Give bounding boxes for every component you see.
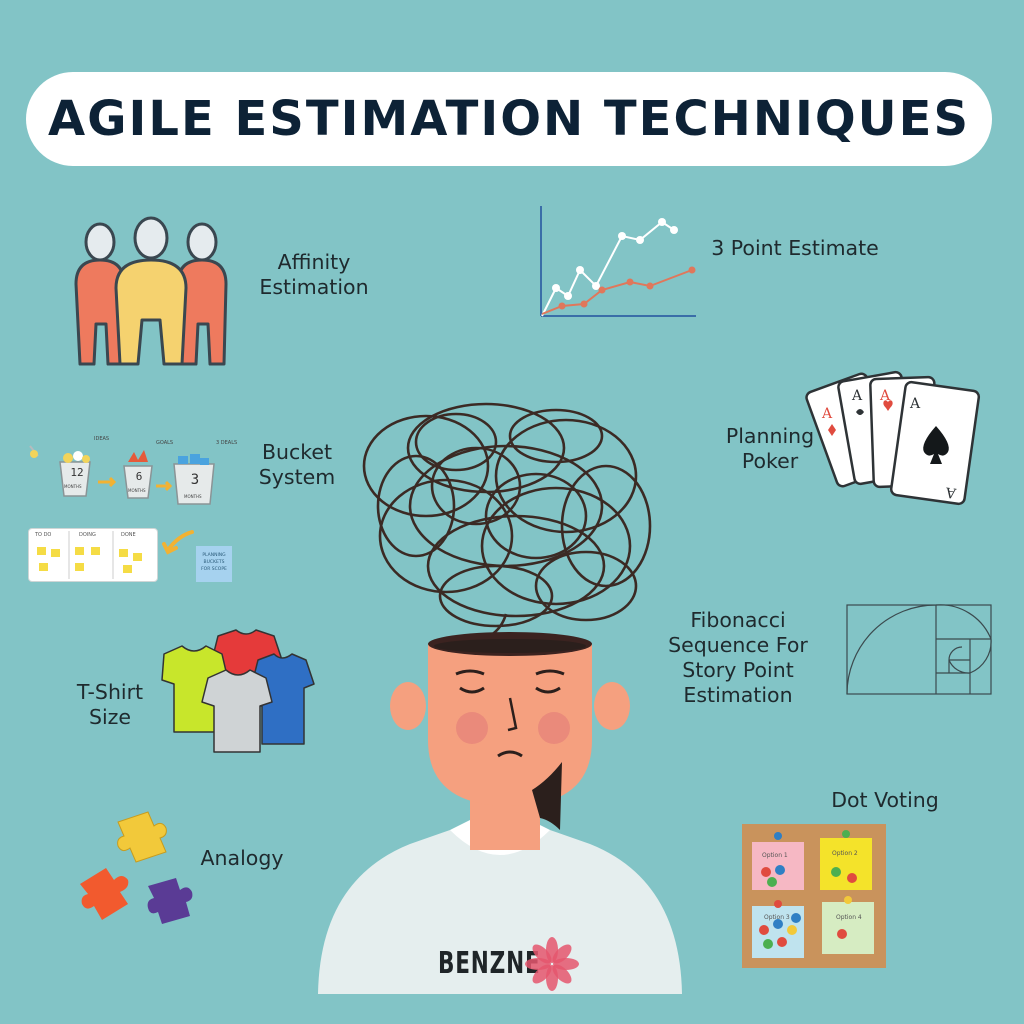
- fibonacci-line-2: Sequence For: [668, 633, 808, 657]
- bucket-2-unit: MONTHS: [128, 488, 146, 493]
- planning-note-line-1: PLANNING: [202, 553, 226, 558]
- tangled-thoughts-scribble: [362, 402, 652, 638]
- affinity-people-icon: [74, 216, 228, 366]
- tshirt-size-label: T-Shirt Size: [64, 680, 156, 730]
- tshirt-line-2: Size: [88, 705, 132, 729]
- bucket-3-value: 3: [190, 472, 200, 488]
- tshirt-line-1: T-Shirt: [76, 680, 144, 704]
- poker-line-1: Planning: [725, 424, 815, 448]
- affinity-estimation-label: Affinity Estimation: [244, 250, 384, 300]
- bucket-2-value: 6: [135, 470, 143, 483]
- fibonacci-line-3: Story Point: [682, 658, 794, 682]
- three-point-estimate-label: 3 Point Estimate: [711, 236, 879, 260]
- planning-poker-label: Planning Poker: [712, 424, 828, 474]
- cork-board: Option 1 Option 2 Option 3 Option 4: [742, 824, 886, 968]
- puzzle-pieces-icon: [80, 811, 193, 924]
- planning-note-line-3: FOR SCOPE: [201, 567, 227, 572]
- bucket-3-tag: 3 DEALS: [216, 440, 238, 446]
- line-chart-icon: [540, 206, 696, 317]
- bucket-system-label: Bucket System: [248, 440, 346, 490]
- thinking-man-illustration: [318, 632, 682, 994]
- bucket-line-2: System: [258, 465, 336, 489]
- bucket-3-unit: MONTHS: [184, 494, 202, 499]
- affinity-line-2: Estimation: [259, 275, 369, 299]
- sticky-notes-icon: [37, 531, 142, 579]
- fibonacci-line-1: Fibonacci: [690, 608, 786, 632]
- bucket-2-tag: GOALS: [156, 440, 174, 446]
- affinity-line-1: Affinity: [277, 250, 351, 274]
- fibonacci-label: Fibonacci Sequence For Story Point Estim…: [650, 608, 826, 708]
- curved-arrow-icon: [162, 530, 194, 555]
- fibonacci-line-4: Estimation: [683, 683, 793, 707]
- bucket-system-illustration: 12 6 3 IDEAS GOALS 3 DEALS MONTHS MONTHS…: [24, 434, 240, 586]
- planning-note: PLANNING BUCKETS FOR SCOPE: [196, 546, 232, 582]
- card-1-rank: A: [821, 406, 833, 422]
- page-title: AGILE ESTIMATION TECHNIQUES: [47, 91, 971, 147]
- voting-dots-icon: [759, 830, 857, 949]
- bucket-1-tag: IDEAS: [94, 436, 110, 442]
- card-2-rank: A: [851, 388, 863, 404]
- planning-note-line-2: BUCKETS: [203, 560, 225, 565]
- fibonacci-spiral-icon: [846, 604, 992, 695]
- title-banner: AGILE ESTIMATION TECHNIQUES: [26, 72, 992, 166]
- card-4-rank: A: [909, 396, 921, 412]
- dot-voting-label: Dot Voting: [831, 788, 939, 812]
- brand-flower-icon: [525, 937, 579, 991]
- poker-line-2: Poker: [741, 449, 799, 473]
- bucket-1-unit: MONTHS: [64, 484, 82, 489]
- bucket-1-value: 12: [70, 466, 84, 479]
- tshirts-icon: [161, 629, 315, 753]
- analogy-label: Analogy: [200, 846, 284, 870]
- kanban-board: TO DO DOING DONE: [28, 528, 158, 582]
- playing-cards-icon: A A A A A: [805, 370, 981, 506]
- bucket-line-1: Bucket: [261, 440, 333, 464]
